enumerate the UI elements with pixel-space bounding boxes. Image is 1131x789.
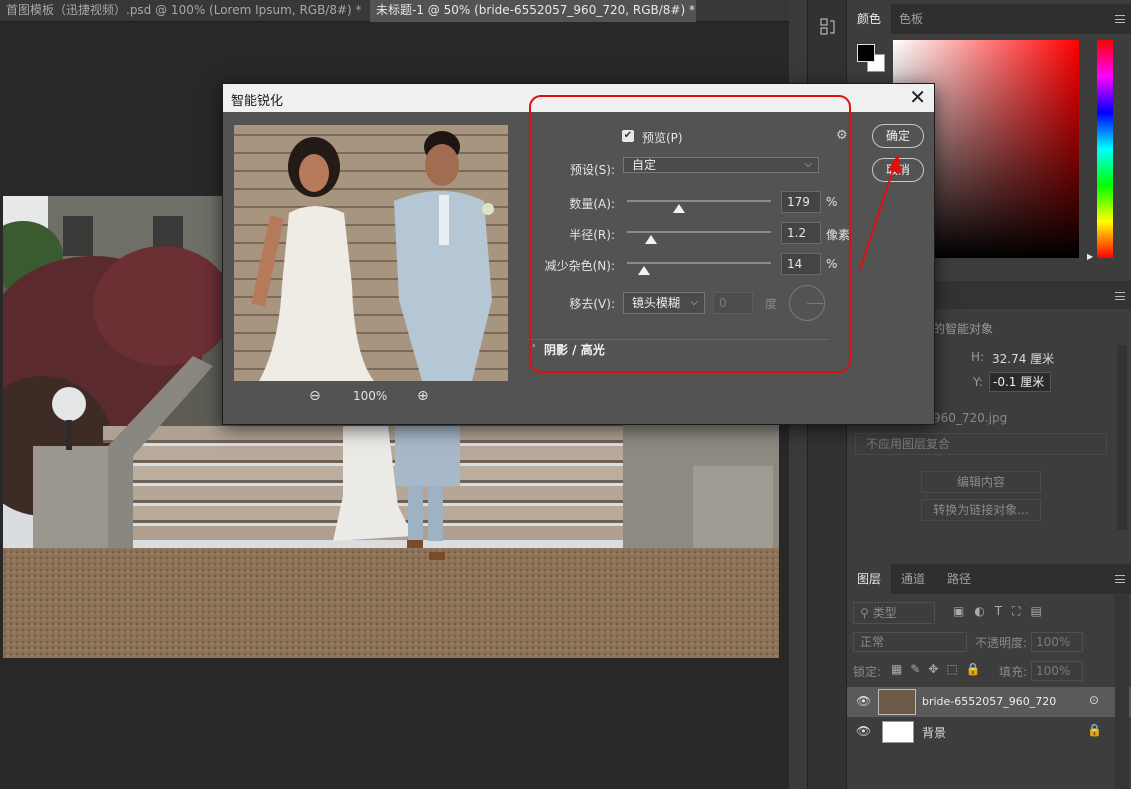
tab-layers[interactable]: 图层 [847, 564, 892, 594]
panel-menu-icon[interactable] [1115, 292, 1125, 300]
tab-label: 未标题-1 @ 50% (bride-6552057_960_720, RGB/… [376, 3, 695, 17]
ok-button[interactable]: 确定 [872, 124, 924, 148]
tab-swatches[interactable]: 色板 [889, 4, 933, 34]
document-tab-untitled[interactable]: 未标题-1 @ 50% (bride-6552057_960_720, RGB/… [370, 0, 696, 22]
layers-scrollbar[interactable] [1115, 595, 1129, 789]
convert-to-linked-button[interactable]: 转换为链接对象... [921, 499, 1041, 521]
tab-paths[interactable]: 路径 [937, 564, 981, 594]
opacity-label: 不透明度: [975, 636, 1028, 650]
lock-label: 锁定: [853, 665, 882, 679]
preview-image[interactable] [234, 125, 508, 381]
color-panel-tabs: 颜色 色板 [847, 4, 1131, 34]
hue-slider-handle-icon[interactable]: ▶ [1087, 252, 1093, 261]
lock-icon: 🔒 [1087, 723, 1102, 737]
document-tab-bar: 首图模板（迅捷视频）.psd @ 100% (Lorem Ipsum, RGB/… [0, 0, 806, 22]
document-tab-psd[interactable]: 首图模板（迅捷视频）.psd @ 100% (Lorem Ipsum, RGB/… [0, 0, 370, 22]
zoom-out-icon[interactable]: ⊖ [309, 388, 321, 404]
close-icon[interactable]: ✕ [909, 86, 926, 108]
properties-object-label: 的智能对象 [933, 322, 994, 336]
edit-contents-button[interactable]: 编辑内容 [921, 471, 1041, 493]
tab-label: 首图模板（迅捷视频）.psd @ 100% (Lorem Ipsum, RGB/… [6, 3, 362, 17]
layer-name[interactable]: 背景 [922, 724, 946, 741]
annotation-highlight-box [529, 95, 851, 373]
opacity-field[interactable]: 100% [1031, 632, 1083, 652]
panel-menu-icon[interactable] [1115, 575, 1125, 583]
foreground-color-swatch-top [857, 44, 875, 62]
zoom-in-icon[interactable]: ⊕ [417, 388, 429, 404]
search-icon: ⚲ [860, 606, 873, 620]
height-value[interactable]: 32.74 厘米 [992, 350, 1054, 367]
layer-thumbnail [882, 721, 914, 743]
visibility-eye-icon[interactable]: 👁 [856, 724, 871, 738]
layer-filter-icons[interactable]: ▣◐T⛶▤ [953, 604, 1052, 619]
tab-color[interactable]: 颜色 [847, 4, 892, 34]
y-label: Y: [973, 375, 983, 389]
fill-label: 填充: [999, 665, 1028, 679]
layer-filter-value: 类型 [872, 606, 897, 620]
panel-menu-icon[interactable] [1115, 15, 1125, 23]
layer-filter-select[interactable]: ⚲ 类型 [853, 602, 935, 624]
layers-panel-tabs: 图层 通道 路径 [847, 564, 1131, 594]
properties-scrollbar[interactable] [1117, 345, 1127, 530]
blend-mode-select[interactable]: 正常 [853, 632, 967, 652]
linked-file-name: 960_720.jpg [933, 411, 1008, 425]
tab-channels[interactable]: 通道 [891, 564, 935, 594]
visibility-eye-icon[interactable]: 👁 [856, 694, 871, 708]
layer-name[interactable]: bride-6552057_960_720 [922, 695, 1056, 708]
layer-thumbnail [878, 689, 916, 715]
y-field[interactable]: -0.1 厘米 [989, 372, 1051, 392]
dialog-title: 智能锐化 [231, 94, 284, 109]
smart-object-link-icon: ⊙ [1089, 693, 1100, 707]
height-label: H: [971, 350, 985, 364]
annotation-arrow [859, 154, 902, 271]
hue-slider[interactable] [1097, 40, 1113, 258]
history-icon[interactable] [820, 18, 836, 36]
fill-field[interactable]: 100% [1031, 661, 1083, 681]
layer-row[interactable]: 👁 背景 🔒 [847, 717, 1131, 747]
layer-comp-select[interactable]: 不应用图层复合 [855, 433, 1107, 455]
lock-icons[interactable]: ▦✎✥⬚🔒 [891, 662, 989, 676]
zoom-level: 100% [353, 389, 388, 403]
layer-row[interactable]: 👁 bride-6552057_960_720 ⊙ [847, 687, 1131, 717]
